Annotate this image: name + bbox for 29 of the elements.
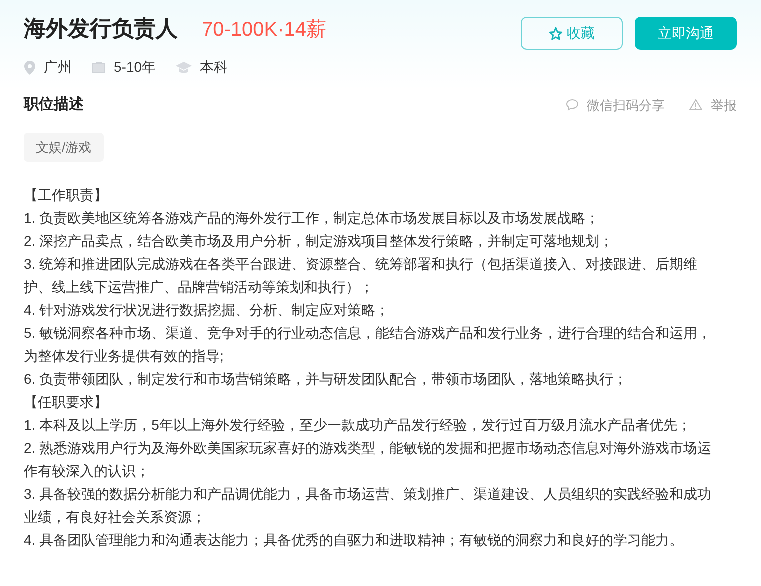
description-line: 2. 熟悉游戏用户行为及海外欧美国家玩家喜好的游戏类型，能敏锐的发掘和把握市场动态信息对海外游戏市场运作有较深入的认识； [24, 439, 713, 481]
chat-button[interactable]: 立即沟通 [635, 17, 737, 50]
tag: 文娱/游戏 [24, 132, 104, 162]
description-line: 1. 本科及以上学历，5年以上海外发行经验，至少一款成功产品发行经验，发行过百万级月流水产品者优先； [24, 416, 692, 435]
location-pin-icon [24, 60, 36, 74]
favorite-button[interactable]: 收藏 [521, 17, 623, 50]
description-line: 4. 具备团队管理能力和沟通表达能力；具备优秀的自驱力和进取精神；有敏锐的洞察力和良好的学习能力。 [24, 531, 685, 550]
description-line: 【工作职责】 [24, 186, 109, 205]
report-link[interactable]: 举报 [689, 96, 737, 115]
job-meta: 本科 [200, 58, 228, 77]
description-line: 【任职要求】 [24, 393, 109, 412]
briefcase-icon [92, 61, 106, 74]
description-line: 3. 具备较强的数据分析能力和产品调优能力，具备市场运营、策划推广、渠道建设、人员组织的实践经验和成功业绩，有良好社会关系资源； [24, 485, 713, 527]
warning-icon [689, 99, 703, 112]
description-line: 4. 针对游戏发行状况进行数据挖掘、分析、制定应对策略； [24, 301, 391, 320]
job-title: 海外发行负责人 [24, 15, 178, 43]
description-line: 3. 统筹和推进团队完成游戏在各类平台跟进、资源整合、统筹部署和执行（包括渠道接入、对接跟进、后期维护、线上线下运营推广、品牌营销活动等策划和执行）； [24, 255, 699, 297]
graduation-cap-icon [176, 62, 192, 74]
description-line: 2. 深挖产品卖点，结合欧美市场及用户分析，制定游戏项目整体发行策略，并制定可落地规划； [24, 232, 615, 251]
job-meta: 广州 [44, 58, 72, 77]
chat-bubble-icon [566, 99, 579, 112]
description-line: 1. 负责欧美地区统筹各游戏产品的海外发行工作，制定总体市场发展目标以及市场发展战略； [24, 209, 601, 228]
description-line: 5. 敏锐洞察各种市场、渠道、竞争对手的行业动态信息，能结合游戏产品和发行业务，进行合理的结合和运用，为整体发行业务提供有效的指导; [24, 324, 713, 366]
job-meta: 5-10年 [114, 58, 156, 77]
section-title: 职位描述 [24, 95, 84, 115]
description-line: 6. 负责带领团队，制定发行和市场营销策略，并与研发团队配合，带领市场团队，落地策略执行； [24, 370, 629, 389]
share-link[interactable]: 微信扫码分享 [566, 96, 665, 115]
salary: 70-100K·14薪 [202, 18, 327, 43]
star-icon [549, 26, 563, 40]
